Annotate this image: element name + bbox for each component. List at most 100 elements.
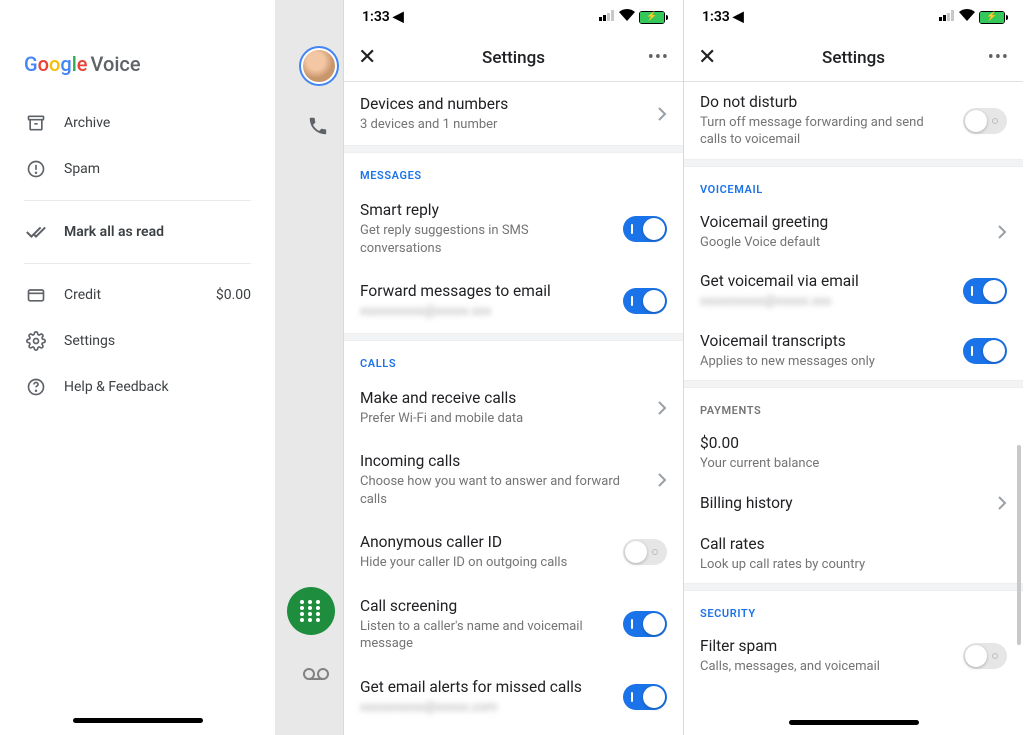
- menu-spam[interactable]: Spam: [0, 146, 275, 192]
- toggle-filter-spam[interactable]: [963, 643, 1007, 669]
- section-header-calls: CALLS: [344, 341, 683, 376]
- toggle-voicemail-transcripts[interactable]: [963, 338, 1007, 364]
- chevron-right-icon: [657, 472, 667, 488]
- toggle-anonymous-caller[interactable]: [623, 539, 667, 565]
- voicemail-icon[interactable]: [303, 666, 329, 685]
- toggle-dnd[interactable]: [963, 108, 1007, 134]
- row-subtitle: Look up call rates by country: [700, 556, 1007, 574]
- divider: [24, 263, 251, 264]
- row-title: Get email alerts for missed calls: [360, 677, 613, 698]
- row-billing-history[interactable]: Billing history: [684, 483, 1023, 524]
- row-subtitle: xxxxxxxxxx@xxxxx.xxx: [360, 303, 613, 321]
- row-smart-reply[interactable]: Smart reply Get reply suggestions in SMS…: [344, 188, 683, 269]
- row-title: Voicemail greeting: [700, 212, 989, 233]
- toggle-missed-call-email[interactable]: [623, 684, 667, 710]
- location-icon: ◀: [733, 9, 744, 25]
- row-email-missed-calls[interactable]: Get email alerts for missed calls xxxxxx…: [344, 665, 683, 728]
- section-header-payments: PAYMENTS: [684, 388, 1023, 423]
- row-subtitle: xxxxxxxxxx@xxxxx.xxx: [700, 293, 953, 311]
- wifi-icon: [619, 9, 635, 25]
- credit-icon: [24, 283, 48, 307]
- row-title: Filter spam: [700, 636, 953, 657]
- status-time: 1:33: [362, 9, 390, 25]
- archive-icon: [24, 111, 48, 135]
- row-subtitle: Hide your caller ID on outgoing calls: [360, 554, 613, 572]
- menu-credit[interactable]: Credit $0.00: [0, 272, 275, 318]
- chevron-right-icon: [997, 495, 1007, 511]
- scrollbar[interactable]: [1017, 445, 1021, 645]
- close-button[interactable]: ✕: [358, 45, 388, 70]
- row-devices-numbers[interactable]: Devices and numbers 3 devices and 1 numb…: [344, 82, 683, 145]
- menu-help-label: Help & Feedback: [64, 379, 251, 395]
- more-button[interactable]: •••: [639, 47, 669, 68]
- row-title: Forward messages to email: [360, 281, 613, 302]
- menu-credit-label: Credit: [64, 287, 216, 303]
- toggle-forward-email[interactable]: [623, 288, 667, 314]
- avatar[interactable]: [301, 48, 337, 84]
- location-icon: ◀: [393, 9, 404, 25]
- row-call-rates[interactable]: Call rates Look up call rates by country: [684, 524, 1023, 583]
- menu-mark-all-read[interactable]: Mark all as read: [0, 209, 275, 255]
- divider: [344, 145, 683, 153]
- nav-title: Settings: [728, 48, 979, 68]
- row-balance[interactable]: $0.00 Your current balance: [684, 423, 1023, 482]
- row-title: Do not disturb: [700, 92, 953, 113]
- nav-title: Settings: [388, 48, 639, 68]
- section-header-voicemail: VOICEMAIL: [684, 167, 1023, 202]
- row-subtitle: Get reply suggestions in SMS conversatio…: [360, 222, 613, 257]
- row-incoming-calls[interactable]: Incoming calls Choose how you want to an…: [344, 439, 683, 520]
- row-subtitle: Choose how you want to answer and forwar…: [360, 473, 649, 508]
- menu-mark-all-label: Mark all as read: [64, 224, 251, 240]
- row-title: $0.00: [700, 433, 1007, 454]
- row-voicemail-transcripts[interactable]: Voicemail transcripts Applies to new mes…: [684, 321, 1023, 380]
- status-bar: 1:33◀ ⚡: [344, 0, 683, 34]
- dialpad-fab[interactable]: [287, 587, 335, 635]
- menu-settings[interactable]: Settings: [0, 318, 275, 364]
- row-subtitle: Prefer Wi-Fi and mobile data: [360, 410, 649, 428]
- gear-icon: [24, 329, 48, 353]
- nav-bar: ✕ Settings •••: [344, 34, 683, 82]
- row-title: Devices and numbers: [360, 94, 649, 115]
- row-call-screening[interactable]: Call screening Listen to a caller's name…: [344, 584, 683, 665]
- nav-bar: ✕ Settings •••: [684, 34, 1023, 82]
- chevron-right-icon: [657, 106, 667, 122]
- menu-archive[interactable]: Archive: [0, 100, 275, 146]
- row-title: Voicemail transcripts: [700, 331, 953, 352]
- phone-icon[interactable]: [307, 115, 329, 141]
- row-subtitle: Your current balance: [700, 455, 1007, 473]
- settings-screen-2: 1:33◀ ⚡ ✕ Settings ••• Do not disturb Tu…: [683, 0, 1023, 735]
- status-bar: 1:33◀ ⚡: [684, 0, 1023, 34]
- home-indicator: [789, 720, 919, 725]
- row-anonymous-caller-id[interactable]: Anonymous caller ID Hide your caller ID …: [344, 520, 683, 583]
- section-header-security: SECURITY: [684, 591, 1023, 626]
- row-title: Billing history: [700, 493, 989, 514]
- battery-icon: ⚡: [639, 11, 665, 24]
- status-time: 1:33: [702, 9, 730, 25]
- row-voicemail-email[interactable]: Get voicemail via email xxxxxxxxxx@xxxxx…: [684, 261, 1023, 320]
- row-title: Anonymous caller ID: [360, 532, 613, 553]
- toggle-smart-reply[interactable]: [623, 216, 667, 242]
- help-icon: [24, 375, 48, 399]
- row-subtitle: Listen to a caller's name and voicemail …: [360, 618, 613, 653]
- background-strip: [275, 0, 343, 735]
- toggle-voicemail-email[interactable]: [963, 278, 1007, 304]
- menu-spam-label: Spam: [64, 161, 251, 177]
- row-title: Get voicemail via email: [700, 271, 953, 292]
- divider: [24, 200, 251, 201]
- row-do-not-disturb[interactable]: Do not disturb Turn off message forwardi…: [684, 82, 1023, 159]
- chevron-right-icon: [657, 400, 667, 416]
- signal-icon: [599, 9, 615, 25]
- row-subtitle: Applies to new messages only: [700, 353, 953, 371]
- row-title: Incoming calls: [360, 451, 649, 472]
- row-forward-email[interactable]: Forward messages to email xxxxxxxxxx@xxx…: [344, 269, 683, 332]
- row-filter-spam[interactable]: Filter spam Calls, messages, and voicema…: [684, 626, 1023, 685]
- drawer-panel: GoogleVoice Archive Spam Mark all as rea…: [0, 0, 275, 735]
- row-voicemail-greeting[interactable]: Voicemail greeting Google Voice default: [684, 202, 1023, 261]
- more-button[interactable]: •••: [979, 47, 1009, 68]
- toggle-call-screening[interactable]: [623, 611, 667, 637]
- row-make-receive-calls[interactable]: Make and receive calls Prefer Wi-Fi and …: [344, 376, 683, 439]
- menu-help[interactable]: Help & Feedback: [0, 364, 275, 410]
- row-title: Call rates: [700, 534, 1007, 555]
- settings-screen-1: 1:33◀ ⚡ ✕ Settings ••• Devices and numbe…: [343, 0, 683, 735]
- close-button[interactable]: ✕: [698, 45, 728, 70]
